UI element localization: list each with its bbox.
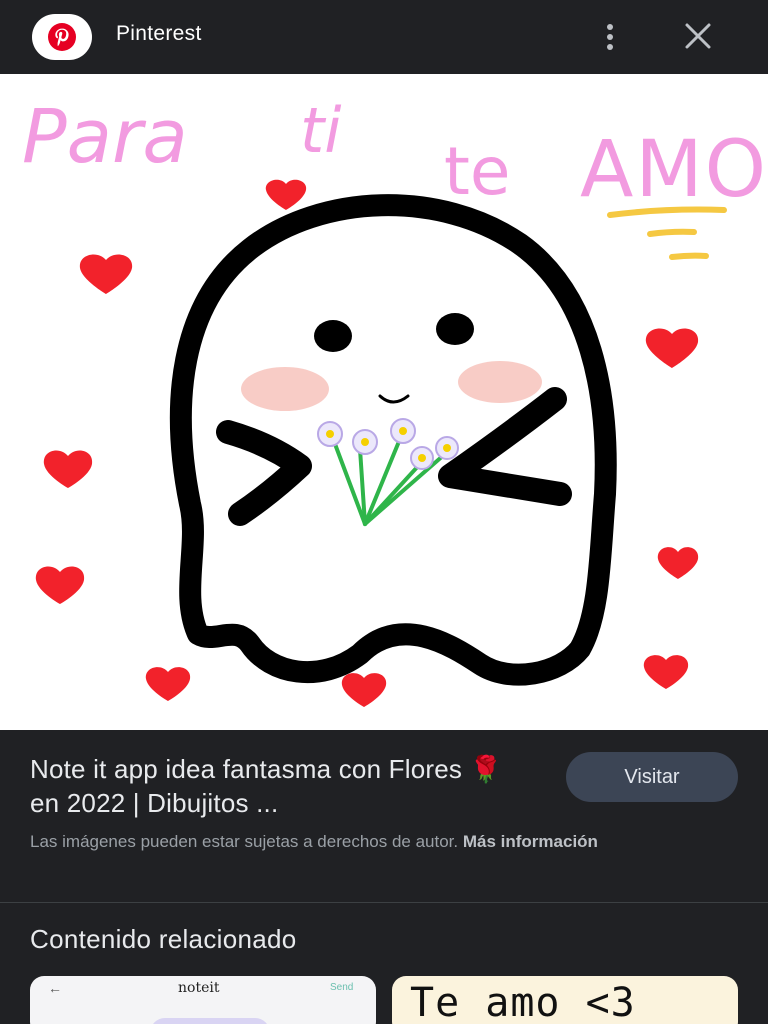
card-send-label: Send <box>330 982 354 993</box>
copyright-disclaimer: Las imágenes pueden estar sujetas a dere… <box>30 830 730 853</box>
ghost-eye-right <box>436 313 474 345</box>
card-thumbnail-shape <box>150 1018 270 1024</box>
section-divider <box>0 902 768 903</box>
image-text-amo: AMO <box>580 125 768 215</box>
image-text-para: Para <box>22 94 188 180</box>
card-text: Te amo <3 <box>410 980 636 1024</box>
more-vert-icon[interactable] <box>596 20 624 54</box>
disclaimer-text: Las imágenes pueden estar sujetas a dere… <box>30 832 459 851</box>
related-card[interactable]: Te amo <3 <box>392 976 738 1024</box>
ghost-eye-left <box>314 320 352 352</box>
related-content-heading: Contenido relacionado <box>30 924 297 954</box>
card-app-name: noteit <box>178 980 220 996</box>
image-text-ti: ti <box>300 94 342 167</box>
related-card[interactable]: ← noteit Send <box>30 976 376 1024</box>
more-info-link[interactable]: Más información <box>463 832 598 851</box>
visit-button[interactable]: Visitar <box>566 752 738 802</box>
image-text-te: te <box>444 133 510 210</box>
top-app-bar: Pinterest <box>0 0 768 74</box>
result-title[interactable]: Note it app idea fantasma con Flores 🌹 e… <box>30 752 530 820</box>
site-name: Pinterest <box>116 22 202 45</box>
pinterest-logo-icon[interactable] <box>32 14 92 60</box>
result-image[interactable]: Para ti te AMO <box>0 74 768 730</box>
close-icon[interactable] <box>680 20 716 54</box>
card-back-arrow: ← <box>48 980 62 996</box>
result-info-panel: Note it app idea fantasma con Flores 🌹 e… <box>0 730 768 902</box>
